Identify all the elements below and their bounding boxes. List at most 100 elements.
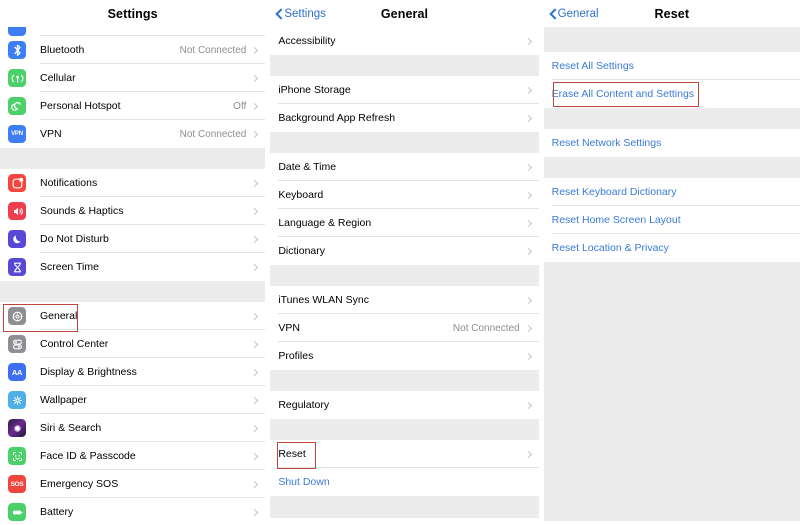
group-separator [0, 281, 266, 302]
list-item-accessibility[interactable]: Accessibility [270, 27, 539, 55]
general-gear-icon [8, 307, 26, 325]
back-button-label: General [557, 7, 599, 20]
general-list: Accessibility iPhone Storage Background … [270, 27, 539, 518]
sidebar-item-label: Face ID & Passcode [40, 450, 136, 462]
list-item-label: Date & Time [278, 161, 337, 173]
list-item-keyboard[interactable]: Keyboard [270, 181, 539, 209]
list-item-shut-down[interactable]: Shut Down [270, 468, 539, 496]
list-item-iphone-storage[interactable]: iPhone Storage [270, 76, 539, 104]
group-separator [543, 157, 800, 178]
sidebar-item-label: Screen Time [40, 261, 99, 273]
list-item-label: VPN [278, 322, 300, 334]
back-button-settings[interactable]: Settings [275, 8, 326, 20]
list-item-reset-keyboard-dictionary[interactable]: Reset Keyboard Dictionary [543, 178, 800, 206]
sidebar-item-sounds-haptics[interactable]: Sounds & Haptics [0, 197, 266, 225]
list-item-itunes-wlan-sync[interactable]: iTunes WLAN Sync [270, 286, 539, 314]
list-item-vpn[interactable]: VPN Not Connected [270, 314, 539, 342]
battery-icon [8, 503, 26, 521]
sidebar-item-label: VPN [40, 128, 62, 140]
sidebar-item-emergency-sos[interactable]: SOS Emergency SOS [0, 470, 266, 498]
navbar-general: Settings General [270, 0, 539, 27]
display-brightness-icon: AA [8, 363, 26, 381]
sidebar-item-display-brightness[interactable]: AA Display & Brightness [0, 358, 266, 386]
list-item-reset-all-settings[interactable]: Reset All Settings [543, 52, 800, 80]
group-separator [0, 148, 266, 169]
chevron-right-icon [524, 352, 532, 360]
back-button-general[interactable]: General [549, 8, 599, 20]
list-item-label: iTunes WLAN Sync [278, 294, 369, 306]
list-item-reset-location-privacy[interactable]: Reset Location & Privacy [543, 234, 800, 262]
sidebar-item-label: Display & Brightness [40, 366, 137, 378]
sidebar-item-label: Sounds & Haptics [40, 205, 124, 217]
chevron-left-icon [549, 10, 556, 17]
do-not-disturb-moon-icon [8, 230, 26, 248]
list-item-label: Dictionary [278, 245, 326, 257]
sidebar-item-cellular[interactable]: Cellular [0, 64, 266, 92]
list-item-date-time[interactable]: Date & Time [270, 153, 539, 181]
sidebar-item-label: Personal Hotspot [40, 100, 121, 112]
control-center-icon [8, 335, 26, 353]
chevron-right-icon [524, 86, 532, 94]
group-separator [270, 132, 539, 153]
sidebar-item-wallpaper[interactable]: Wallpaper [0, 386, 266, 414]
list-item-profiles[interactable]: Profiles [270, 342, 539, 370]
list-item-background-app-refresh[interactable]: Background App Refresh [270, 104, 539, 132]
list-item-wifi-partial[interactable] [0, 27, 266, 36]
sidebar-item-battery[interactable]: Battery [0, 498, 266, 525]
sidebar-item-personal-hotspot[interactable]: Personal Hotspot Off [0, 92, 266, 120]
sidebar-item-value: Not Connected [179, 44, 247, 56]
sidebar-item-label: Cellular [40, 72, 76, 84]
chevron-right-icon [524, 401, 532, 409]
list-item-label: iPhone Storage [278, 84, 351, 96]
list-item-reset-network-settings[interactable]: Reset Network Settings [543, 129, 800, 157]
sidebar-item-value: Not Connected [179, 128, 247, 140]
list-item-label: Language & Region [278, 217, 372, 229]
sidebar-item-general[interactable]: General [0, 302, 266, 330]
reset-list: Reset All Settings Erase All Content and… [543, 27, 800, 521]
sidebar-item-label: Control Center [40, 338, 109, 350]
sidebar-item-label: Do Not Disturb [40, 233, 109, 245]
sidebar-item-control-center[interactable]: Control Center [0, 330, 266, 358]
list-item-language-region[interactable]: Language & Region [270, 209, 539, 237]
chevron-right-icon [251, 508, 259, 516]
chevron-right-icon [251, 480, 259, 488]
list-item-erase-all-content-and-settings[interactable]: Erase All Content and Settings [543, 80, 800, 108]
bluetooth-icon [8, 41, 26, 59]
sidebar-item-vpn[interactable]: VPN VPN Not Connected [0, 120, 266, 148]
sidebar-item-label: General [40, 310, 78, 322]
list-item-label: Shut Down [278, 476, 330, 488]
chevron-right-icon [251, 235, 259, 243]
sidebar-item-notifications[interactable]: Notifications [0, 169, 266, 197]
navbar-reset: General Reset [543, 0, 800, 27]
list-item-label: Reset All Settings [551, 60, 634, 72]
sidebar-item-label: Wallpaper [40, 394, 87, 406]
list-item-reset[interactable]: Reset [270, 440, 539, 468]
group-separator [270, 496, 539, 518]
list-item-reset-home-screen-layout[interactable]: Reset Home Screen Layout [543, 206, 800, 234]
list-item-dictionary[interactable]: Dictionary [270, 237, 539, 265]
sidebar-item-do-not-disturb[interactable]: Do Not Disturb [0, 225, 266, 253]
sidebar-item-value: Off [233, 100, 247, 112]
chevron-right-icon [251, 207, 259, 215]
list-item-label: Reset [278, 448, 306, 460]
chevron-right-icon [251, 46, 259, 54]
sidebar-item-screen-time[interactable]: Screen Time [0, 253, 266, 281]
chevron-right-icon [524, 163, 532, 171]
sidebar-item-face-id-passcode[interactable]: Face ID & Passcode [0, 442, 266, 470]
list-item-label: Keyboard [278, 189, 324, 201]
chevron-right-icon [251, 74, 259, 82]
chevron-right-icon [524, 324, 532, 332]
sidebar-item-bluetooth[interactable]: Bluetooth Not Connected [0, 36, 266, 64]
sidebar-item-siri-search[interactable]: Siri & Search [0, 414, 266, 442]
list-item-label: Reset Location & Privacy [551, 242, 669, 254]
chevron-right-icon [524, 450, 532, 458]
group-separator [543, 108, 800, 129]
chevron-right-icon [524, 114, 532, 122]
sidebar-item-label: Battery [40, 506, 74, 518]
group-separator-bottom [543, 262, 800, 521]
back-button-label: Settings [284, 7, 326, 20]
list-item-label: Background App Refresh [278, 112, 396, 124]
cellular-icon [8, 69, 26, 87]
list-item-regulatory[interactable]: Regulatory [270, 391, 539, 419]
chevron-right-icon [524, 247, 532, 255]
